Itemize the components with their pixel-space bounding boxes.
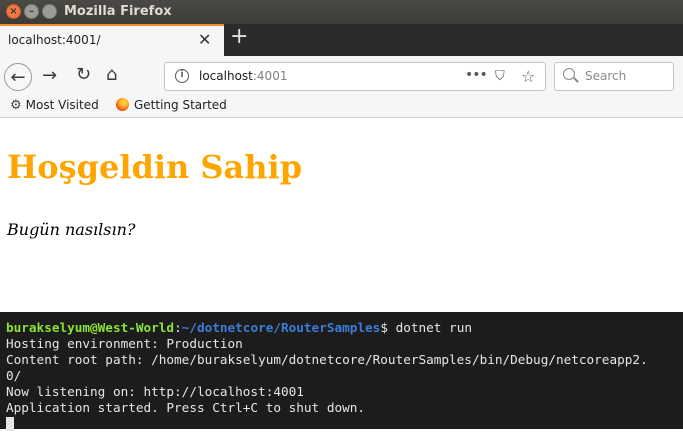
- url-port: :4001: [252, 69, 288, 83]
- tab-localhost[interactable]: localhost:4001/ ✕: [0, 24, 224, 56]
- url-bar[interactable]: i localhost:4001 ••• ⛉ ☆: [164, 62, 546, 91]
- bookmark-label: Most Visited: [25, 98, 99, 112]
- terminal-line: Hosting environment: Production: [6, 336, 243, 351]
- tab-strip: localhost:4001/ ✕ +: [0, 24, 683, 56]
- terminal-line: 0/: [6, 368, 22, 383]
- pocket-icon[interactable]: ⛉: [495, 69, 505, 84]
- home-icon[interactable]: ⌂: [106, 64, 117, 85]
- navigation-toolbar: ← → ↻ ⌂ i localhost:4001 ••• ⛉ ☆ Search: [0, 56, 683, 96]
- prompt-separator: :: [174, 320, 182, 335]
- bookmark-getting-started[interactable]: Getting Started: [116, 98, 227, 112]
- url-host: localhost: [199, 69, 253, 83]
- gear-icon: ⚙: [10, 98, 22, 113]
- close-icon[interactable]: ×: [6, 4, 21, 19]
- bookmark-label: Getting Started: [134, 98, 227, 112]
- window-title: Mozilla Firefox: [64, 4, 172, 19]
- firefox-icon: [116, 98, 129, 111]
- search-icon: [563, 68, 575, 80]
- page-content: Hoşgeldin Sahip Bugün nasılsın?: [0, 118, 683, 312]
- prompt-path: ~/dotnetcore/RouterSamples: [181, 320, 381, 335]
- window-titlebar: × – Mozilla Firefox: [0, 0, 683, 24]
- terminal-window[interactable]: burakselyum@West-World:~/dotnetcore/Rout…: [0, 312, 683, 431]
- bookmarks-toolbar: ⚙ Most Visited Getting Started: [0, 96, 683, 118]
- maximize-icon[interactable]: [42, 4, 57, 19]
- url-text[interactable]: localhost:4001: [199, 69, 287, 83]
- forward-icon[interactable]: →: [42, 65, 57, 86]
- tab-title: localhost:4001/: [8, 33, 101, 47]
- search-placeholder: Search: [585, 69, 627, 83]
- page-heading: Hoşgeldin Sahip: [7, 148, 303, 186]
- star-icon[interactable]: ☆: [521, 67, 535, 86]
- reload-icon[interactable]: ↻: [76, 64, 91, 85]
- page-subtext: Bugün nasılsın?: [7, 220, 136, 239]
- prompt-command: $ dotnet run: [380, 320, 472, 335]
- terminal-line: Application started. Press Ctrl+C to shu…: [6, 400, 366, 415]
- search-input[interactable]: Search: [554, 62, 674, 91]
- bookmark-most-visited[interactable]: ⚙ Most Visited: [10, 98, 99, 113]
- minimize-icon[interactable]: –: [24, 4, 39, 19]
- more-icon[interactable]: •••: [465, 67, 488, 83]
- tab-close-icon[interactable]: ✕: [198, 30, 211, 49]
- back-icon[interactable]: ←: [4, 63, 32, 91]
- new-tab-icon[interactable]: +: [230, 24, 248, 49]
- prompt-user: burakselyum@West-World: [6, 320, 175, 335]
- terminal-line: Content root path: /home/burakselyum/dot…: [6, 352, 648, 367]
- terminal-line: Now listening on: http://localhost:4001: [6, 384, 304, 399]
- info-icon[interactable]: i: [175, 69, 189, 83]
